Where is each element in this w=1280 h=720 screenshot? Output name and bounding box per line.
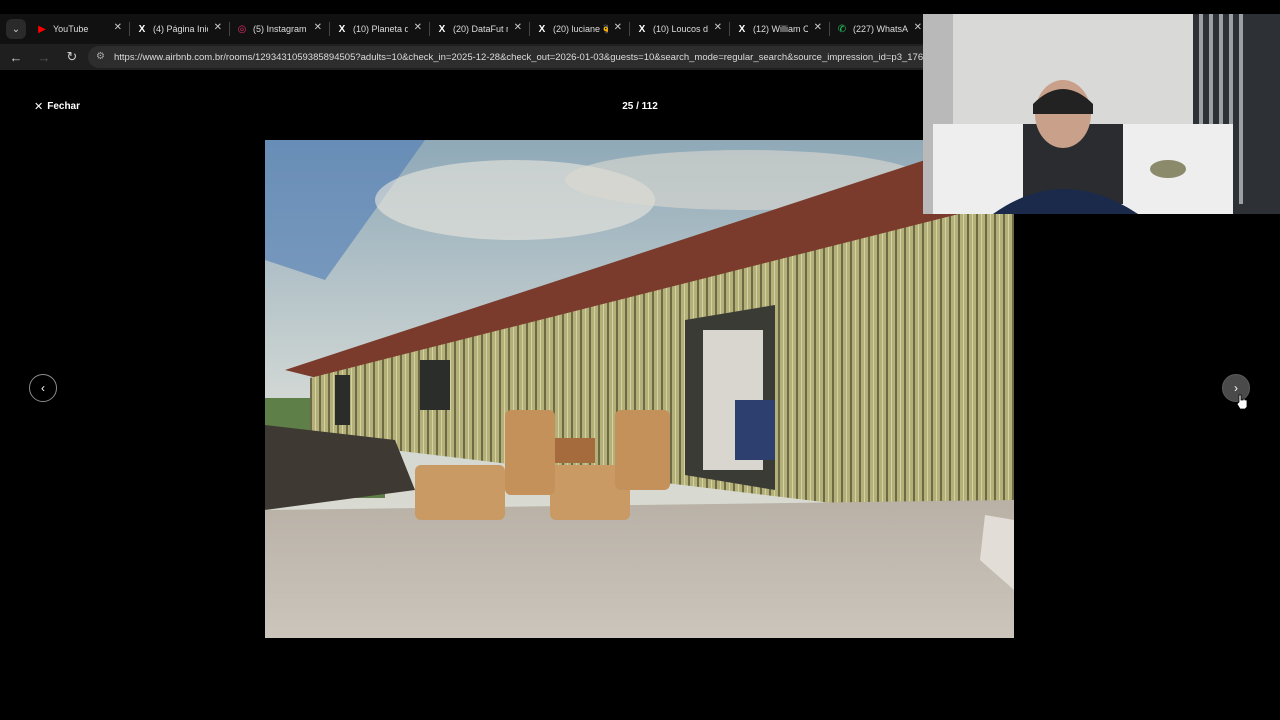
- tab-close-icon[interactable]: ✕: [914, 22, 922, 33]
- browser-tab[interactable]: X (20) luciane 🐝 ✕: [530, 14, 630, 44]
- tab-title: (10) Loucos do: [653, 24, 708, 34]
- tab-title: (4) Página Inic: [153, 24, 208, 34]
- whatsapp-icon: ✆: [837, 23, 847, 35]
- tab-close-icon[interactable]: ✕: [314, 22, 322, 33]
- browser-tab[interactable]: X (10) Planeta do ✕: [330, 14, 430, 44]
- x-icon: X: [738, 23, 746, 35]
- x-icon: X: [638, 23, 646, 35]
- tab-title: (10) Planeta do: [353, 24, 408, 34]
- x-icon: X: [438, 23, 446, 35]
- tab-title: (5) Instagram: [253, 24, 307, 34]
- tab-title: (227) WhatsAp: [853, 24, 908, 34]
- browser-tab[interactable]: X (20) DataFut n ✕: [430, 14, 530, 44]
- tab-close-icon[interactable]: ✕: [714, 22, 722, 33]
- chevron-right-icon: ›: [1234, 381, 1238, 395]
- back-button[interactable]: ←: [4, 45, 28, 69]
- gallery-photo: [265, 140, 1014, 638]
- tab-search-button[interactable]: ⌄: [6, 19, 26, 39]
- webcam-overlay: [923, 14, 1280, 214]
- forward-button[interactable]: →: [32, 45, 56, 69]
- browser-tab[interactable]: X (4) Página Inic ✕: [130, 14, 230, 44]
- x-icon: X: [338, 23, 346, 35]
- browser-tab[interactable]: ▶ YouTube ✕: [30, 14, 130, 44]
- tab-close-icon[interactable]: ✕: [414, 22, 422, 33]
- tab-title: (20) DataFut n: [453, 24, 508, 34]
- tab-close-icon[interactable]: ✕: [114, 22, 122, 33]
- browser-tab[interactable]: X (10) Loucos do ✕: [630, 14, 730, 44]
- tab-close-icon[interactable]: ✕: [514, 22, 522, 33]
- x-icon: X: [538, 23, 546, 35]
- browser-tab[interactable]: ✆ (227) WhatsAp ✕: [830, 14, 930, 44]
- instagram-icon: ◎: [237, 23, 247, 35]
- tab-close-icon[interactable]: ✕: [214, 22, 222, 33]
- tab-title: (20) luciane 🐝: [553, 23, 608, 34]
- site-info-icon[interactable]: ⚙: [96, 51, 108, 63]
- tab-title: (12) William Ca: [753, 24, 808, 34]
- reload-button[interactable]: ↻: [60, 45, 84, 69]
- browser-tab[interactable]: ◎ (5) Instagram ✕: [230, 14, 330, 44]
- hand-cursor-icon: [1236, 394, 1248, 410]
- previous-photo-button[interactable]: ‹: [29, 374, 57, 402]
- tab-close-icon[interactable]: ✕: [614, 22, 622, 33]
- url-text: https://www.airbnb.com.br/rooms/12934310…: [114, 51, 950, 63]
- youtube-icon: ▶: [38, 23, 46, 35]
- tab-close-icon[interactable]: ✕: [814, 22, 822, 33]
- x-icon: X: [138, 23, 146, 35]
- chevron-left-icon: ‹: [41, 381, 45, 395]
- tab-title: YouTube: [53, 24, 89, 34]
- browser-tab[interactable]: X (12) William Ca ✕: [730, 14, 830, 44]
